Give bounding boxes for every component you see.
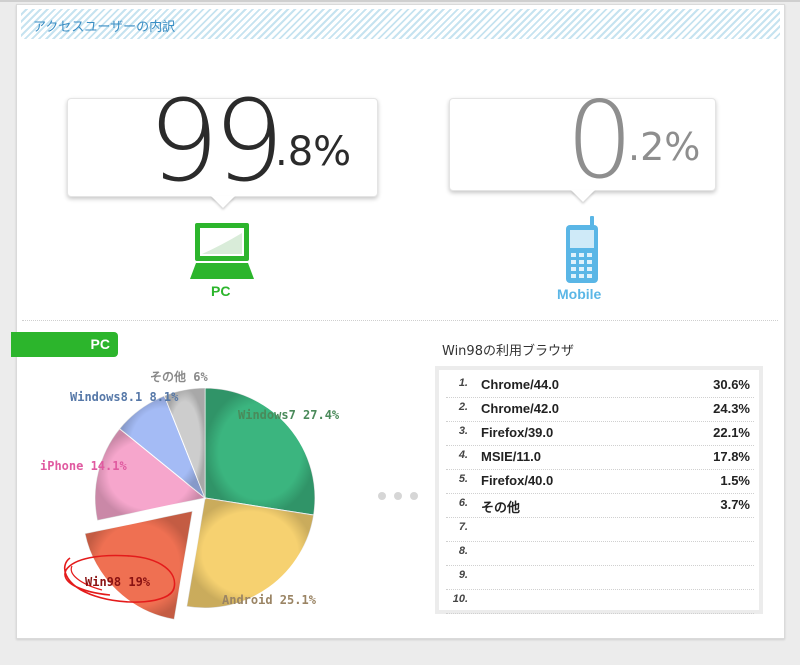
row-percentage: 24.3% — [713, 401, 750, 416]
row-rank: 3. — [458, 425, 468, 437]
pie-label-other: その他 6% — [150, 370, 208, 384]
pc-share-decimal: .8% — [275, 129, 352, 175]
row-percentage: 1.5% — [720, 473, 750, 488]
row-browser-name: Chrome/44.0 — [481, 377, 560, 392]
pie-label-android: Android 25.1% — [222, 593, 316, 607]
table-row[interactable]: 5. Firefox/40.0 1.5% — [446, 469, 754, 494]
table-row[interactable]: 10. — [446, 589, 754, 614]
dot — [378, 492, 386, 500]
table-row[interactable]: 1. Chrome/44.0 30.6% — [446, 373, 754, 398]
row-browser-name: Firefox/40.0 — [481, 473, 554, 488]
table-row[interactable]: 3. Firefox/39.0 22.1% — [446, 421, 754, 446]
dot — [410, 492, 418, 500]
pie-slice-shade-1 — [186, 498, 314, 608]
row-rank: 9. — [458, 569, 468, 581]
pie-label-iphone: iPhone 14.1% — [40, 459, 127, 473]
table-row[interactable]: 6. その他 3.7% — [446, 493, 754, 518]
pc-label: PC — [211, 283, 231, 299]
row-rank: 6. — [458, 497, 468, 509]
table-row[interactable]: 7. — [446, 517, 754, 542]
row-rank: 4. — [458, 449, 468, 461]
table-row[interactable]: 9. — [446, 565, 754, 590]
laptop-icon — [190, 223, 254, 279]
row-rank: 1. — [458, 377, 468, 389]
table-row[interactable]: 2. Chrome/42.0 24.3% — [446, 397, 754, 422]
section-divider — [22, 320, 778, 321]
pc-share-integer: 99 — [148, 77, 284, 207]
pie-label-windows81: Windows8.1 8.1% — [70, 390, 179, 404]
browser-table-title: Win98の利用ブラウザ — [442, 344, 574, 359]
row-browser-name: MSIE/11.0 — [481, 449, 541, 464]
mobile-share-integer: 0 — [566, 79, 633, 202]
row-rank: 7. — [458, 521, 468, 533]
row-rank: 2. — [458, 401, 468, 413]
row-percentage: 3.7% — [720, 497, 750, 512]
pie-label-win98: Win98 19% — [85, 575, 151, 589]
pc-section-tab-label: PC — [90, 336, 110, 352]
panel-title: アクセスユーザーの内訳 — [33, 20, 176, 35]
row-percentage: 30.6% — [713, 377, 750, 392]
mobile-share-decimal: .2% — [628, 125, 701, 169]
row-percentage: 22.1% — [713, 425, 750, 440]
row-rank: 10. — [452, 593, 468, 605]
row-browser-name: その他 — [481, 500, 521, 515]
pie-label-windows7: Windows7 27.4% — [238, 408, 340, 422]
browser-table: 1. Chrome/44.0 30.6% 2. Chrome/42.0 24.3% 3. Fi… — [435, 366, 763, 614]
row-rank: 5. — [458, 473, 468, 485]
table-row[interactable]: 8. — [446, 541, 754, 566]
os-pie-chart — [63, 387, 316, 621]
pie-slice-shade-2 — [84, 510, 193, 620]
mobile-phone-icon — [566, 216, 598, 283]
row-rank: 8. — [458, 545, 468, 557]
table-row[interactable]: 4. MSIE/11.0 17.8% — [446, 445, 754, 470]
row-browser-name: Chrome/42.0 — [481, 401, 560, 416]
pc-share-bubble: 99 .8% — [67, 77, 378, 208]
row-percentage: 17.8% — [713, 449, 750, 464]
pc-section-tab[interactable]: PC — [11, 332, 118, 357]
dot — [394, 492, 402, 500]
top-border — [0, 0, 800, 2]
mobile-share-bubble: 0 .2% — [449, 79, 716, 202]
mobile-label: Mobile — [557, 286, 602, 302]
carousel-dots — [378, 485, 426, 504]
row-browser-name: Firefox/39.0 — [481, 425, 554, 440]
panel-header: アクセスユーザーの内訳 — [21, 9, 780, 39]
browser-table-body: 1. Chrome/44.0 30.6% 2. Chrome/42.0 24.3% 3. Fi… — [439, 370, 759, 614]
